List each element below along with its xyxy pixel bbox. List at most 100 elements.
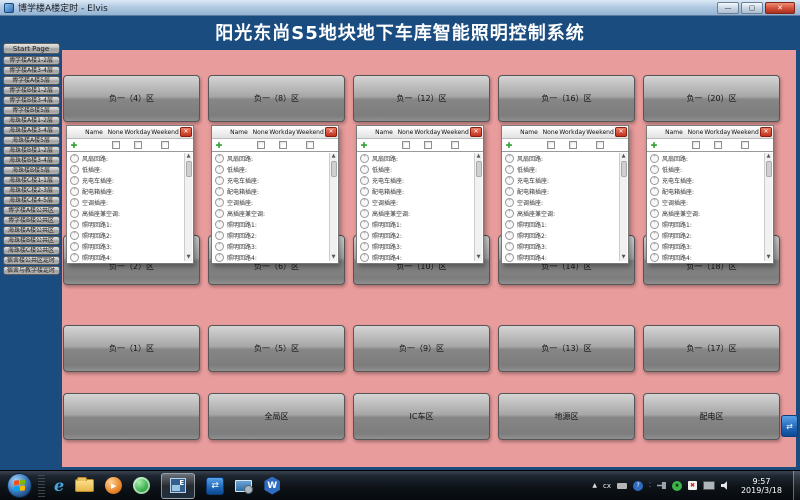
- zone-button-middle[interactable]: 负一（1）区: [63, 325, 200, 372]
- tray-cx-icon[interactable]: cx: [603, 482, 611, 490]
- table-scrollbar[interactable]: ▲ ▼: [184, 153, 192, 261]
- maximize-button[interactable]: ▢: [741, 2, 763, 14]
- panel-close-icon[interactable]: ✕: [470, 127, 482, 137]
- checkbox-none[interactable]: [257, 141, 265, 149]
- sidebar-item-20[interactable]: 海珠楼C楼公共区: [3, 246, 60, 255]
- zone-button-top[interactable]: 负一（20）区: [643, 75, 780, 122]
- schedule-row[interactable]: ˅照明回路4:: [212, 252, 328, 262]
- zone-button-bottom[interactable]: [63, 393, 200, 440]
- tray-antivirus-icon[interactable]: ✖: [672, 481, 682, 491]
- taskbar-clock[interactable]: 9:57 2019/3/18: [737, 477, 787, 495]
- schedule-row[interactable]: ˅照明回路1:: [647, 219, 763, 230]
- schedule-row[interactable]: ˅照明回路3:: [502, 241, 618, 252]
- table-scrollbar[interactable]: ▲ ▼: [764, 153, 772, 261]
- scroll-down-icon[interactable]: ▼: [765, 254, 772, 261]
- schedule-row[interactable]: ˅低插座:: [647, 164, 763, 175]
- checkbox-workday[interactable]: [714, 141, 722, 149]
- schedule-row[interactable]: ˅充电车插座:: [212, 175, 328, 186]
- checkbox-workday[interactable]: [279, 141, 287, 149]
- schedule-row[interactable]: ˅照明回路1:: [67, 219, 183, 230]
- schedule-row[interactable]: ˅照明回路3:: [212, 241, 328, 252]
- schedule-row[interactable]: ˅照明回路1:: [357, 219, 473, 230]
- sidebar-item-11[interactable]: 海珠楼B楼3-4层: [3, 156, 60, 165]
- checkbox-workday[interactable]: [424, 141, 432, 149]
- sidebar-item-18[interactable]: 海珠楼A楼公共区: [3, 226, 60, 235]
- sidebar-item-4[interactable]: 博学楼B楼1-2层: [3, 86, 60, 95]
- schedule-row[interactable]: ˅照明回路2:: [357, 230, 473, 241]
- schedule-row[interactable]: ˅照明回路2:: [212, 230, 328, 241]
- schedule-row[interactable]: ˅低插座:: [67, 164, 183, 175]
- sidebar-item-21[interactable]: 宿舍楼公共区定时: [3, 256, 60, 265]
- checkbox-none[interactable]: [112, 141, 120, 149]
- schedule-row[interactable]: ˅空调插座:: [647, 197, 763, 208]
- schedule-row[interactable]: ˅风扇回路:: [647, 153, 763, 164]
- schedule-row[interactable]: ˅配电箱插座:: [212, 186, 328, 197]
- schedule-row[interactable]: ˅风扇回路:: [357, 153, 473, 164]
- remote-desktop-icon[interactable]: [235, 480, 252, 492]
- schedule-row[interactable]: ˅照明回路1:: [502, 219, 618, 230]
- schedule-row[interactable]: ˅风扇回路:: [212, 153, 328, 164]
- schedule-row[interactable]: ˅充电车插座:: [67, 175, 183, 186]
- schedule-row[interactable]: ˅高插座兼空调:: [212, 208, 328, 219]
- zone-button-middle[interactable]: 负一（9）区: [353, 325, 490, 372]
- schedule-row[interactable]: ˅照明回路4:: [647, 252, 763, 262]
- zone-button-top[interactable]: 负一（8）区: [208, 75, 345, 122]
- sidebar-item-22[interactable]: 宿舍与教学楼定时: [3, 266, 60, 275]
- close-button[interactable]: ✕: [765, 2, 795, 14]
- checkbox-none[interactable]: [402, 141, 410, 149]
- scroll-down-icon[interactable]: ▼: [475, 254, 482, 261]
- add-icon[interactable]: ✚: [357, 141, 371, 150]
- zone-button-top[interactable]: 负一（12）区: [353, 75, 490, 122]
- scroll-thumb[interactable]: [186, 161, 192, 177]
- schedule-row[interactable]: ˅空调插座:: [67, 197, 183, 208]
- checkbox-weekend[interactable]: [741, 141, 749, 149]
- tray-network-icon[interactable]: [703, 481, 715, 490]
- sidebar-item-6[interactable]: 博学楼B楼5层: [3, 106, 60, 115]
- scroll-down-icon[interactable]: ▼: [330, 254, 337, 261]
- zone-button-middle[interactable]: 负一（17）区: [643, 325, 780, 372]
- panel-close-icon[interactable]: ✕: [760, 127, 772, 137]
- schedule-row[interactable]: ˅配电箱插座:: [502, 186, 618, 197]
- schedule-row[interactable]: ˅配电箱插座:: [67, 186, 183, 197]
- schedule-row[interactable]: ˅充电车插座:: [647, 175, 763, 186]
- scroll-up-icon[interactable]: ▲: [330, 153, 337, 160]
- add-icon[interactable]: ✚: [212, 141, 226, 150]
- tray-input-icon[interactable]: ⁚: [649, 482, 651, 489]
- tray-hidden-icons-chevron[interactable]: ▲: [592, 482, 597, 489]
- checkbox-workday[interactable]: [569, 141, 577, 149]
- sidebar-item-13[interactable]: 海珠楼C楼1-1层: [3, 176, 60, 185]
- schedule-row[interactable]: ˅照明回路3:: [357, 241, 473, 252]
- tray-action-center-icon[interactable]: ✖: [688, 481, 697, 490]
- schedule-row[interactable]: ˅高插座兼空调:: [502, 208, 618, 219]
- schedule-row[interactable]: ˅充电车插座:: [357, 175, 473, 186]
- schedule-row[interactable]: ˅照明回路3:: [647, 241, 763, 252]
- schedule-row[interactable]: ˅照明回路4:: [67, 252, 183, 262]
- add-icon[interactable]: ✚: [67, 141, 81, 150]
- checkbox-none[interactable]: [692, 141, 700, 149]
- panel-close-icon[interactable]: ✕: [325, 127, 337, 137]
- sidebar-item-10[interactable]: 海珠楼B楼1-2层: [3, 146, 60, 155]
- sidebar-item-19[interactable]: 海珠楼B楼公共区: [3, 236, 60, 245]
- show-desktop-button[interactable]: [793, 471, 800, 500]
- sidebar-item-3[interactable]: 博学楼A楼5层: [3, 76, 60, 85]
- add-icon[interactable]: ✚: [502, 141, 516, 150]
- panel-close-icon[interactable]: ✕: [615, 127, 627, 137]
- add-icon[interactable]: ✚: [647, 141, 661, 150]
- zone-button-middle[interactable]: 负一（13）区: [498, 325, 635, 372]
- schedule-row[interactable]: ˅高插座兼空调:: [357, 208, 473, 219]
- schedule-row[interactable]: ˅低插座:: [212, 164, 328, 175]
- zone-button-bottom[interactable]: 配电区: [643, 393, 780, 440]
- checkbox-weekend[interactable]: [161, 141, 169, 149]
- sidebar-item-15[interactable]: 海珠楼C楼4-5层: [3, 196, 60, 205]
- schedule-row[interactable]: ˅配电箱插座:: [357, 186, 473, 197]
- scroll-thumb[interactable]: [766, 161, 772, 177]
- zone-button-bottom[interactable]: 全局区: [208, 393, 345, 440]
- sidebar-item-9[interactable]: 海珠楼A楼5层: [3, 136, 60, 145]
- schedule-row[interactable]: ˅照明回路1:: [212, 219, 328, 230]
- sidebar-item-5[interactable]: 博学楼B楼3-4层: [3, 96, 60, 105]
- teamviewer-float-widget[interactable]: ⇄: [781, 415, 798, 437]
- sidebar-item-16[interactable]: 博学楼A楼公共区: [3, 206, 60, 215]
- schedule-row[interactable]: ˅照明回路2:: [67, 230, 183, 241]
- internet-explorer-icon[interactable]: e: [54, 477, 64, 495]
- table-scrollbar[interactable]: ▲ ▼: [474, 153, 482, 261]
